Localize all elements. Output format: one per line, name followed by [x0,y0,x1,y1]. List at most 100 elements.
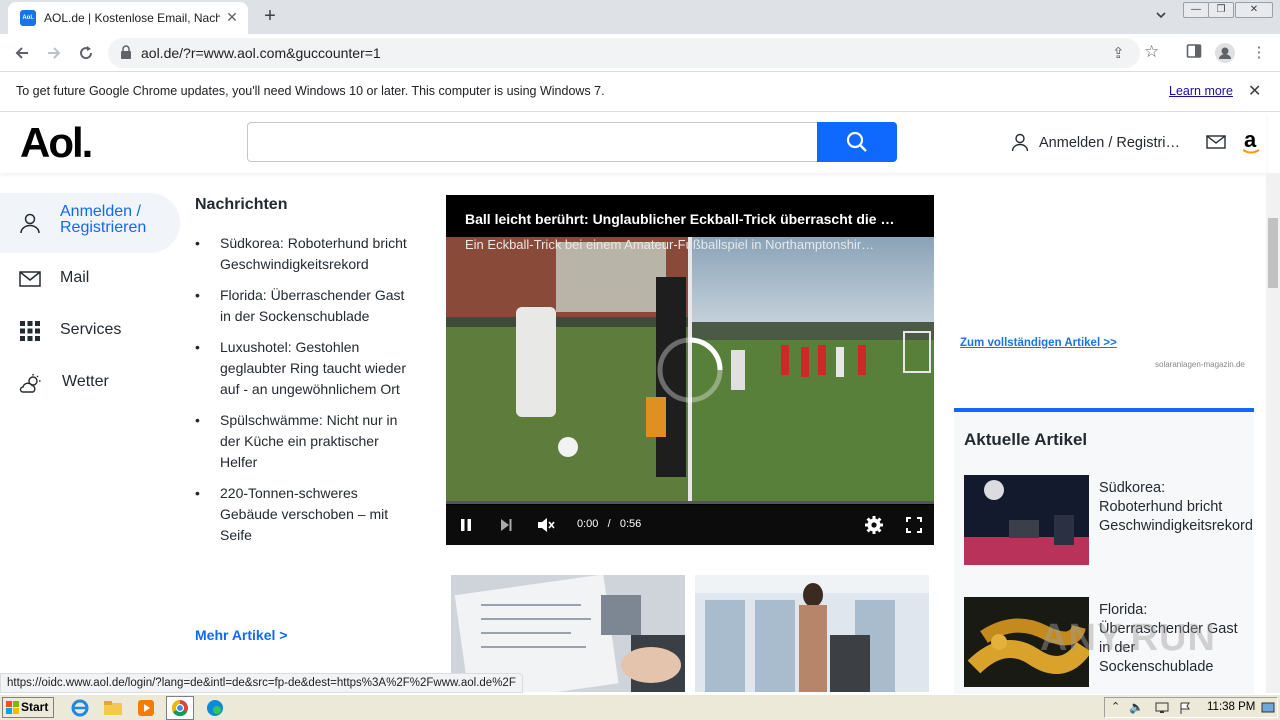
minimize-button[interactable]: — [1183,2,1209,18]
volume-icon[interactable]: 🔈 [1129,700,1144,714]
scrollbar-thumb[interactable] [1268,218,1278,288]
nav-signin-line1: Anmelden / [60,203,141,220]
muted-speaker-icon[interactable] [537,517,555,533]
back-arrow-icon[interactable] [10,41,34,65]
tab-search-chevron-icon[interactable] [1152,8,1170,26]
video-caption: Ein Eckball-Trick bei einem Amateur-Fußb… [465,237,875,252]
mail-icon[interactable] [1206,134,1226,150]
page-scrollbar[interactable] [1266,173,1280,693]
robot-dog-photo [964,475,1089,565]
nav-services-label: Services [60,321,122,338]
weather-cloud-sun-icon [19,374,41,393]
signin-link[interactable]: Anmelden / Registri… [1039,135,1180,151]
nav-signin-line2: Registrieren [60,219,147,236]
forward-arrow-icon[interactable] [42,41,66,65]
nav-weather-label: Wetter [62,373,109,390]
time-current: 0:00 [577,518,599,530]
more-articles-link[interactable]: Mehr Artikel > [195,627,287,643]
time-total: 0:56 [619,518,642,530]
chrome-taskbar-button[interactable] [166,696,194,720]
airport-photo [695,575,929,692]
mail-icon [19,271,41,287]
news-item[interactable]: Spülschwämme: Nicht nur in der Küche ein… [195,410,415,473]
network-icon[interactable] [1155,702,1169,714]
tray-arrow-icon[interactable]: ⌃ [1111,700,1120,713]
clock: 11:38 PM [1207,701,1256,713]
infobar-message: To get future Google Chrome updates, you… [16,84,605,98]
browser-toolbar: aol.de/?r=www.aol.com&guccounter=1 ⇪ ☆ ⋮ [0,34,1280,72]
chrome-icon [171,699,188,717]
nav-signin-label: Anmelden / Registrieren [60,204,146,236]
grid-icon [20,321,40,341]
news-item[interactable]: Südkorea: Roboterhund bricht Geschwindig… [195,233,415,275]
current-articles-title: Aktuelle Artikel [964,430,1088,449]
reload-icon[interactable] [74,41,98,65]
media-player-icon[interactable] [136,698,156,718]
fullscreen-icon[interactable] [906,517,922,533]
lock-icon [121,45,131,59]
explorer-folder-icon[interactable] [103,698,123,718]
menu-kebab-icon[interactable]: ⋮ [1249,43,1269,63]
ad-article-link[interactable]: Zum vollständigen Artikel >> [960,337,1117,349]
next-icon[interactable] [499,518,513,532]
share-icon[interactable]: ⇪ [1112,44,1125,62]
system-tray: ⌃ 🔈 11:38 PM [1104,697,1278,718]
nav-weather[interactable]: Wetter [0,358,180,408]
nav-signin[interactable]: Anmelden / Registrieren [0,193,180,253]
flag-icon[interactable] [1179,702,1191,714]
ad-source: solaranlagen-magazin.de [1155,360,1245,369]
amazon-icon[interactable]: a [1242,127,1260,154]
status-url-bubble: https://oidc.www.aol.de/login/?lang=de&i… [0,673,523,693]
tab-title: AOL.de | Kostenlose Email, Nachrichten [44,11,220,25]
video-frame [446,237,934,503]
current-article-title[interactable]: Südkorea: Roboterhund bricht Geschwindig… [1099,479,1253,536]
edge-icon[interactable] [205,698,225,718]
windows-taskbar: Start ⌃ 🔈 11:38 PM [0,694,1280,720]
video-title: Ball leicht berührt: Unglaublicher Eckba… [465,211,895,227]
restore-button[interactable]: ❐ [1208,2,1234,18]
user-icon [1011,133,1029,151]
news-list: Südkorea: Roboterhund bricht Geschwindig… [195,233,415,556]
show-desktop-icon[interactable] [1261,702,1275,714]
article-thumbnail-airport[interactable] [695,575,929,692]
pause-icon[interactable] [459,518,473,532]
url-text: aol.de/?r=www.aol.com&guccounter=1 [141,45,381,61]
search-icon [846,131,867,152]
news-item[interactable]: Luxushotel: Gestohlen geglaubter Ring ta… [195,337,415,400]
bookmark-star-icon[interactable]: ☆ [1144,42,1159,62]
user-icon [20,213,40,234]
video-time: 0:00 / 0:56 [577,518,641,530]
aol-logo[interactable]: Aol. [20,119,93,167]
windows-logo-icon [6,701,19,714]
learn-more-link[interactable]: Learn more [1169,84,1233,98]
anyrun-watermark: ANY.RUN [1040,617,1216,659]
start-button[interactable]: Start [2,697,54,718]
settings-gear-icon[interactable] [864,515,884,535]
start-label: Start [21,700,49,714]
nav-services[interactable]: Services [0,306,180,356]
video-player[interactable]: Ball leicht berührt: Unglaublicher Eckba… [446,195,934,545]
news-section-title: Nachrichten [195,196,288,213]
nav-mail-label: Mail [60,269,90,286]
address-bar[interactable]: aol.de/?r=www.aol.com&guccounter=1 ⇪ ☆ [108,38,1159,68]
browser-tab[interactable]: Aol. AOL.de | Kostenlose Email, Nachrich… [8,2,248,34]
ie-icon[interactable] [70,698,90,718]
profile-avatar-icon[interactable] [1215,43,1235,63]
side-panel-icon[interactable] [1184,43,1204,63]
tab-close-icon[interactable]: ✕ [224,9,240,25]
infobar-close-icon[interactable]: ✕ [1248,81,1261,101]
nav-mail[interactable]: Mail [0,254,180,304]
new-tab-button[interactable]: + [258,5,282,29]
search-input[interactable] [247,122,818,162]
time-separator: / [607,518,611,530]
news-item[interactable]: 220-Tonnen-schweres Gebäude verschoben –… [195,483,415,546]
update-infobar: To get future Google Chrome updates, you… [0,72,1280,112]
tab-strip: Aol. AOL.de | Kostenlose Email, Nachrich… [0,0,1280,34]
close-window-button[interactable]: ✕ [1235,2,1273,18]
video-progress-bar[interactable] [446,501,934,504]
article-image-robot[interactable] [964,475,1089,565]
search-button[interactable] [817,122,897,162]
news-item[interactable]: Florida: Überraschender Gast in der Sock… [195,285,415,327]
aol-favicon-icon: Aol. [20,10,36,26]
aol-header: Aol. Anmelden / Registri… a [0,113,1266,173]
